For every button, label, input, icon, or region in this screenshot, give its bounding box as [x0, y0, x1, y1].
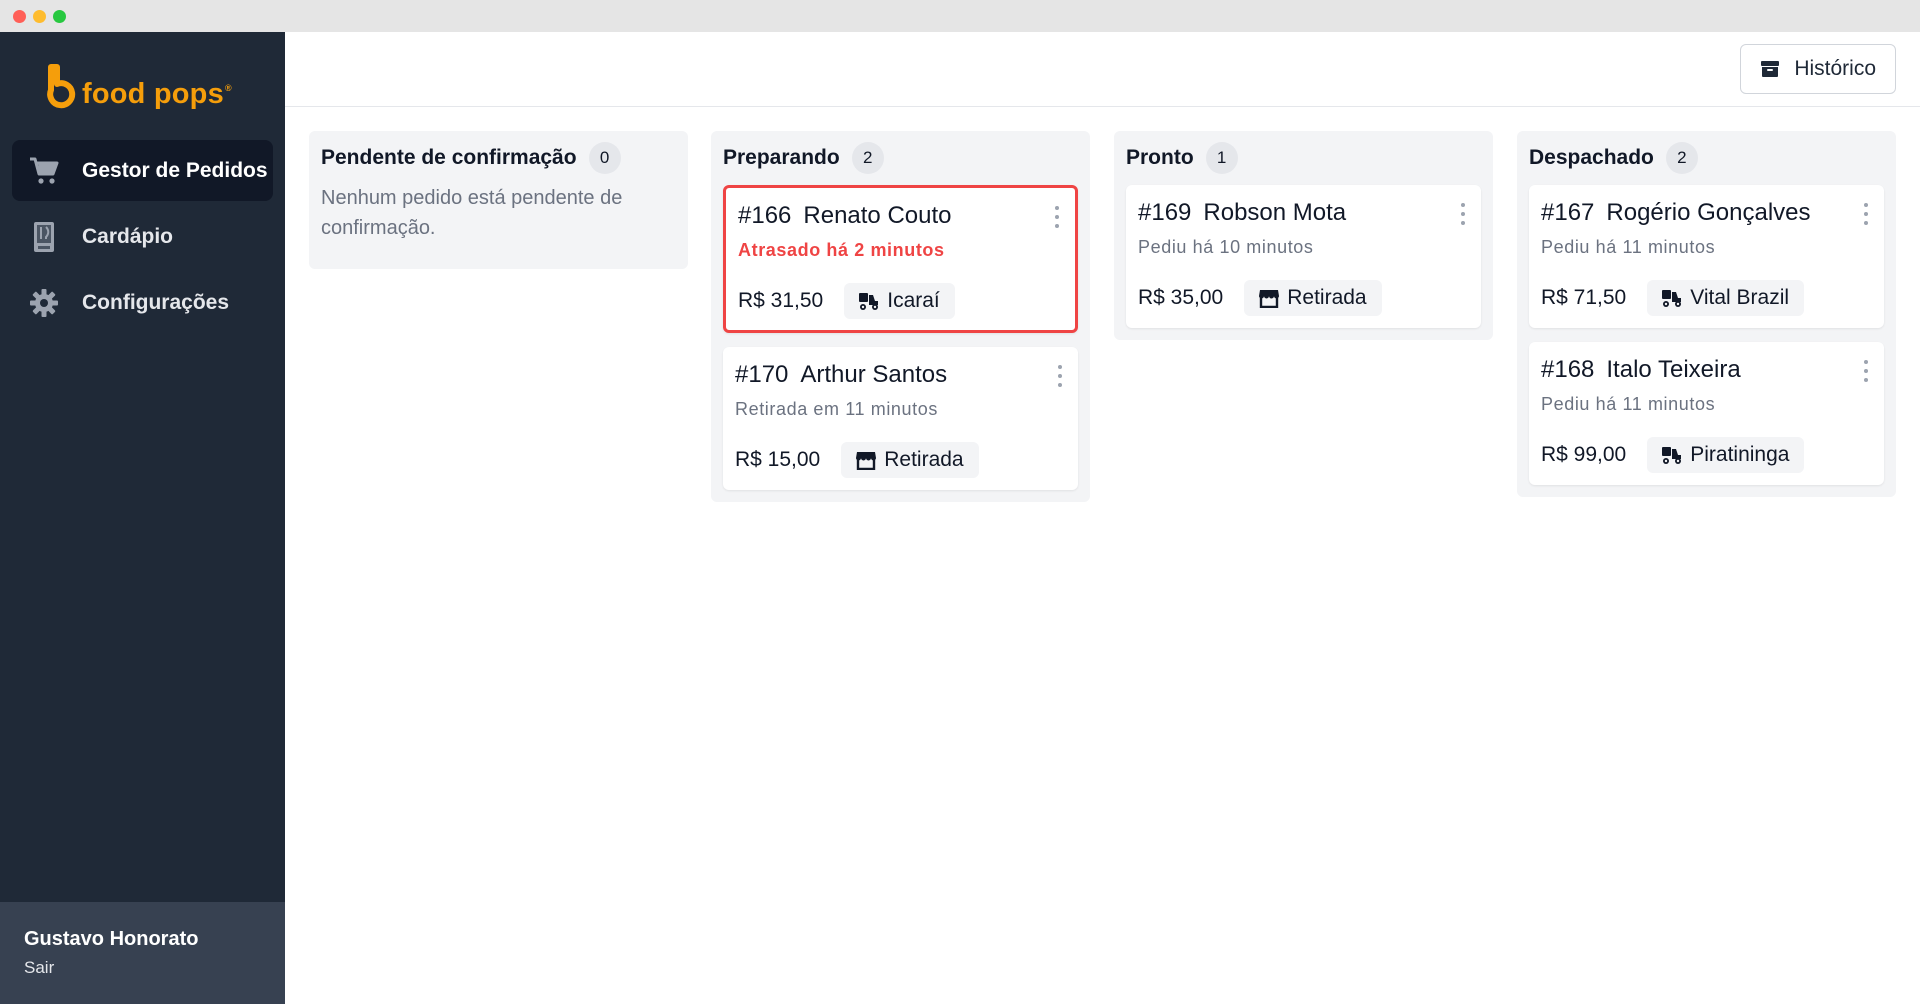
sidebar-item-cardapio[interactable]: Cardápio	[12, 206, 273, 267]
order-card-167[interactable]: #167 Rogério Gonçalves Pediu há 11 minut…	[1529, 185, 1884, 328]
store-icon	[855, 450, 877, 471]
column-header: Pronto 1	[1126, 142, 1481, 174]
order-title: #166 Renato Couto	[738, 202, 1063, 230]
delivery-scooter-icon	[1661, 445, 1683, 465]
order-card-166[interactable]: #166 Renato Couto Atrasado há 2 minutos …	[723, 185, 1078, 333]
order-footer: R$ 35,00 Retirada	[1138, 280, 1469, 316]
customer-name: Rogério Gonçalves	[1606, 199, 1811, 226]
order-footer: R$ 99,00 Piratininga	[1541, 437, 1872, 473]
order-number: #169	[1138, 199, 1192, 226]
pickup-tag-label: Retirada	[1287, 286, 1367, 309]
sidebar: food pops ® Gestor de Pedidos Cardápio Co…	[0, 32, 285, 1004]
order-price: R$ 35,00	[1138, 286, 1224, 309]
sidebar-nav: Gestor de Pedidos Cardápio Configurações	[12, 140, 273, 338]
order-footer: R$ 31,50 Icaraí	[738, 283, 1063, 319]
customer-name: Arthur Santos	[800, 361, 948, 388]
order-footer: R$ 15,00 Retirada	[735, 442, 1066, 478]
customer-name: Robson Mota	[1203, 199, 1347, 226]
more-options-button[interactable]	[1054, 365, 1066, 387]
close-window-button[interactable]	[13, 10, 26, 23]
order-number: #170	[735, 361, 789, 388]
order-number: #166	[738, 202, 792, 229]
order-number: #168	[1541, 356, 1595, 383]
customer-name: Italo Teixeira	[1606, 356, 1741, 383]
sidebar-item-label: Gestor de Pedidos	[82, 158, 268, 182]
order-title: #168 Italo Teixeira	[1541, 356, 1872, 384]
more-options-button[interactable]	[1860, 203, 1872, 225]
order-price: R$ 71,50	[1541, 286, 1627, 309]
column-title: Preparando	[723, 146, 840, 169]
empty-state-text: Nenhum pedido está pendente de confirmaç…	[321, 187, 623, 239]
delivery-tag: Vital Brazil	[1647, 280, 1805, 316]
delivery-tag-label: Icaraí	[887, 289, 940, 312]
order-title: #170 Arthur Santos	[735, 361, 1066, 389]
order-number: #167	[1541, 199, 1595, 226]
delivery-scooter-icon	[858, 291, 880, 311]
window-titlebar	[0, 0, 1920, 32]
column-despachado: Despachado 2 #167 Rogério Gonçalves Pedi…	[1517, 131, 1896, 497]
column-pronto: Pronto 1 #169 Robson Mota Pediu há 10 mi…	[1114, 131, 1493, 340]
order-status: Retirada em 11 minutos	[735, 399, 938, 419]
column-title: Pendente de confirmação	[321, 146, 577, 169]
order-price: R$ 99,00	[1541, 443, 1627, 466]
gear-icon	[28, 287, 60, 319]
sidebar-item-configuracoes[interactable]: Configurações	[12, 272, 273, 333]
user-name: Gustavo Honorato	[24, 928, 199, 950]
order-status: Pediu há 11 minutos	[1541, 237, 1716, 257]
column-count-badge: 2	[1665, 142, 1698, 174]
topbar: Histórico	[285, 32, 1920, 107]
column-count-badge: 2	[851, 142, 884, 174]
column-header: Preparando 2	[723, 142, 1078, 174]
order-status: Atrasado há 2 minutos	[738, 240, 945, 260]
sidebar-item-label: Configurações	[82, 290, 230, 314]
order-price: R$ 15,00	[735, 448, 821, 471]
menu-book-icon	[28, 221, 60, 253]
logo-registered-mark: ®	[224, 83, 232, 93]
order-status: Pediu há 11 minutos	[1541, 394, 1716, 414]
logo-icon	[46, 64, 76, 112]
delivery-scooter-icon	[1661, 288, 1683, 308]
order-status: Pediu há 10 minutos	[1138, 237, 1314, 257]
delivery-tag-label: Piratininga	[1690, 443, 1790, 466]
order-footer: R$ 71,50 Vital Brazil	[1541, 280, 1872, 316]
cart-icon	[28, 155, 60, 187]
logo-text: food pops	[82, 77, 224, 110]
history-button-label: Histórico	[1794, 57, 1876, 80]
column-title: Pronto	[1126, 146, 1194, 169]
sidebar-item-gestor-de-pedidos[interactable]: Gestor de Pedidos	[12, 140, 273, 201]
column-count-badge: 0	[588, 142, 621, 174]
store-icon	[1258, 288, 1280, 309]
more-options-button[interactable]	[1457, 203, 1469, 225]
customer-name: Renato Couto	[803, 202, 952, 229]
pickup-tag: Retirada	[841, 442, 979, 478]
more-options-button[interactable]	[1860, 360, 1872, 382]
delivery-tag-label: Vital Brazil	[1690, 286, 1790, 309]
sidebar-item-label: Cardápio	[82, 224, 174, 248]
user-box: Gustavo Honorato Sair	[0, 902, 285, 1004]
order-title: #167 Rogério Gonçalves	[1541, 199, 1872, 227]
column-pendente: Pendente de confirmação 0 Nenhum pedido …	[309, 131, 688, 269]
order-card-168[interactable]: #168 Italo Teixeira Pediu há 11 minutos …	[1529, 342, 1884, 485]
pickup-tag-label: Retirada	[884, 448, 964, 471]
more-options-button[interactable]	[1051, 206, 1063, 228]
column-preparando: Preparando 2 #166 Renato Couto Atrasado …	[711, 131, 1090, 502]
column-header: Despachado 2	[1529, 142, 1884, 174]
delivery-tag: Icaraí	[844, 283, 955, 319]
column-header: Pendente de confirmação 0	[321, 142, 676, 174]
column-count-badge: 1	[1205, 142, 1238, 174]
order-title: #169 Robson Mota	[1138, 199, 1469, 227]
order-card-170[interactable]: #170 Arthur Santos Retirada em 11 minuto…	[723, 347, 1078, 490]
maximize-window-button[interactable]	[53, 10, 66, 23]
history-button[interactable]: Histórico	[1740, 44, 1896, 94]
order-price: R$ 31,50	[738, 289, 824, 312]
delivery-tag: Piratininga	[1647, 437, 1805, 473]
minimize-window-button[interactable]	[33, 10, 46, 23]
logout-link[interactable]: Sair	[24, 958, 54, 978]
column-title: Despachado	[1529, 146, 1654, 169]
order-card-169[interactable]: #169 Robson Mota Pediu há 10 minutos R$ …	[1126, 185, 1481, 328]
app-logo[interactable]: food pops ®	[46, 62, 232, 114]
archive-icon	[1760, 59, 1780, 79]
pickup-tag: Retirada	[1244, 280, 1382, 316]
